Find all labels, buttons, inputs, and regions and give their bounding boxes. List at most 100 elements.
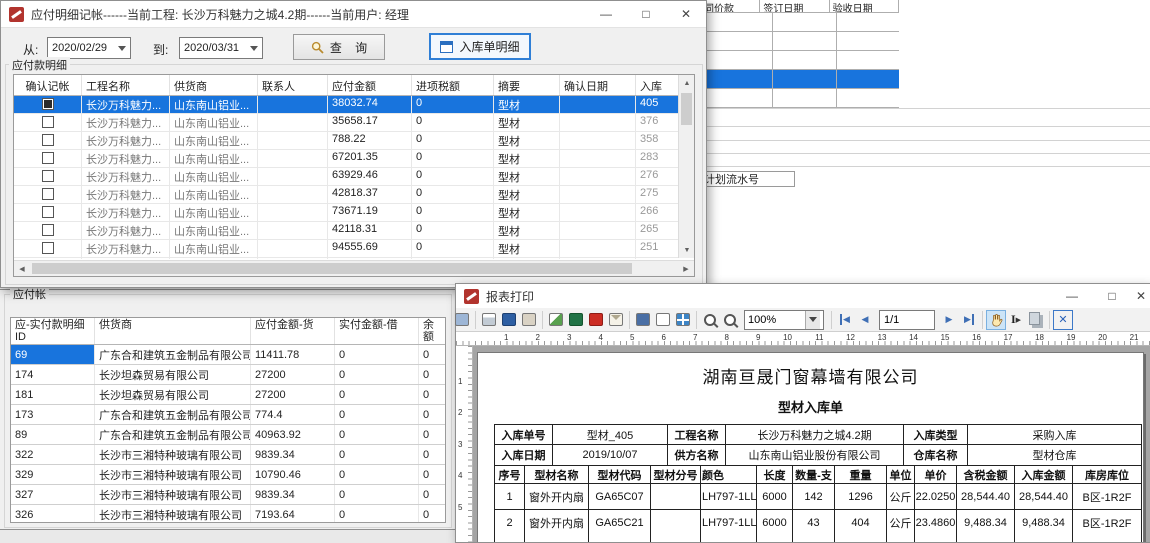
cell-supplier: 广东合和建筑五金制品有限公司 [95,425,251,444]
cell-tax: 0 [412,222,494,239]
scroll-thumb[interactable] [32,263,632,274]
payables-row[interactable]: 69 广东合和建筑五金制品有限公司 11411.78 0 0 [11,345,445,365]
cell-id[interactable]: 327 [11,485,95,504]
payables-row[interactable]: 329 长沙市三湘特种玻璃有限公司 10790.46 0 0 [11,465,445,485]
cell-id[interactable]: 174 [11,365,95,384]
report-titlebar[interactable]: 报表打印 — □ ✕ [456,284,1150,309]
close-icon[interactable]: ✕ [1132,284,1150,308]
cell-id[interactable]: 322 [11,445,95,464]
minimize-icon[interactable]: — [586,1,626,27]
scroll-right-icon[interactable]: ▶ [678,261,694,277]
settings-tools-icon[interactable] [519,310,539,330]
from-date-combo[interactable]: 2020/02/29 [47,37,131,59]
cell-balance: 0 [419,485,445,504]
payable-row[interactable]: 长沙万科魅力... 山东南山铝业... 3895.84 0 型材 250 [14,258,680,259]
horizontal-scrollbar[interactable]: ◀ ▶ [14,260,694,276]
payable-row[interactable]: 长沙万科魅力... 山东南山铝业... 38032.74 0 型材 405 [14,96,680,114]
last-page-icon[interactable]: ▶ [959,310,979,330]
zoom-level-combo[interactable]: 100% [744,310,824,330]
payables-row[interactable]: 173 广东合和建筑五金制品有限公司 774.4 0 0 [11,405,445,425]
next-page-icon[interactable]: ▶ [939,310,959,330]
preview-book-icon[interactable] [499,310,519,330]
table-row[interactable] [691,32,899,51]
scroll-down-icon[interactable]: ▼ [679,242,695,258]
inbound-detail-button[interactable]: 入库单明细 [429,33,531,60]
confirm-checkbox[interactable] [42,188,54,200]
copy-icon[interactable] [1026,310,1046,330]
text-select-tool-icon[interactable]: I▶ [1006,310,1026,330]
confirm-checkbox[interactable] [42,152,54,164]
cell-id[interactable]: 69 [11,345,95,364]
cell-confirm [14,204,82,221]
vertical-scrollbar[interactable]: ▲ ▼ [678,75,694,258]
payables-row[interactable]: 327 长沙市三湘特种玻璃有限公司 9839.34 0 0 [11,485,445,505]
previous-page-icon[interactable]: ◀ [855,310,875,330]
confirm-checkbox[interactable] [42,170,54,182]
multipage-view-icon[interactable] [673,310,693,330]
hand-pan-tool-icon[interactable] [986,310,1006,330]
save-icon[interactable] [633,310,653,330]
export-excel-icon[interactable] [566,310,586,330]
print-icon[interactable] [479,310,499,330]
table-row[interactable] [691,51,899,70]
export-icon[interactable] [546,310,566,330]
payables-row[interactable]: 174 长沙坦森贸易有限公司 27200 0 0 [11,365,445,385]
payables-row[interactable]: 326 长沙市三湘特种玻璃有限公司 7193.64 0 0 [11,505,445,523]
cell-material-code: GA65C21 [589,510,651,536]
scroll-up-icon[interactable]: ▲ [679,75,695,91]
payable-row[interactable]: 长沙万科魅力... 山东南山铝业... 788.22 0 型材 358 [14,132,680,150]
confirm-checkbox[interactable] [42,224,54,236]
chevron-down-icon[interactable] [118,46,126,51]
cell-supplier: 长沙坦森贸易有限公司 [95,365,251,384]
payable-row[interactable]: 长沙万科魅力... 山东南山铝业... 73671.19 0 型材 266 [14,204,680,222]
cell-id[interactable]: 181 [11,385,95,404]
table-row[interactable] [691,13,899,32]
payable-detail-titlebar[interactable]: 应付明细记帐------当前工程: 长沙万科魅力之城4.2期------当前用户… [1,1,706,28]
payables-row[interactable]: 181 长沙坦森贸易有限公司 27200 0 0 [11,385,445,405]
plan-serial-field[interactable]: 计划流水号 [700,171,795,187]
first-page-icon[interactable]: ◀ [835,310,855,330]
page-number-box[interactable]: 1/1 [879,310,935,330]
cell-tax-amount: 28,544.40 [957,484,1015,509]
close-preview-icon[interactable]: ✕ [1053,310,1073,330]
payable-row[interactable]: 长沙万科魅力... 山东南山铝业... 42118.31 0 型材 265 [14,222,680,240]
cell-id[interactable]: 89 [11,425,95,444]
maximize-icon[interactable]: □ [1092,284,1132,308]
cell-id[interactable]: 326 [11,505,95,523]
confirm-checkbox[interactable] [42,116,54,128]
payable-row[interactable]: 长沙万科魅力... 山东南山铝业... 63929.46 0 型材 276 [14,168,680,186]
report-page-area[interactable]: 12345 湖南亘晟门窗幕墙有限公司 型材入库单 入库单号 型材_405 工程名… [456,346,1150,542]
send-mail-icon[interactable] [606,310,626,330]
confirm-checkbox[interactable] [42,206,54,218]
table-row[interactable] [691,89,899,108]
cell-id[interactable]: 173 [11,405,95,424]
payables-row[interactable]: 322 长沙市三湘特种玻璃有限公司 9839.34 0 0 [11,445,445,465]
cell-id[interactable]: 329 [11,465,95,484]
scroll-left-icon[interactable]: ◀ [14,261,30,277]
page-setup-icon[interactable] [653,310,673,330]
to-date-combo[interactable]: 2020/03/31 [179,37,263,59]
confirm-checkbox[interactable] [42,98,54,110]
zoom-in-icon[interactable] [700,310,720,330]
table-row-selected[interactable] [691,70,899,89]
minimize-icon[interactable]: — [1052,284,1092,308]
cell-paid: 0 [335,405,419,424]
payable-row[interactable]: 长沙万科魅力... 山东南山铝业... 35658.17 0 型材 376 [14,114,680,132]
close-icon[interactable]: ✕ [666,1,706,27]
payable-row[interactable]: 长沙万科魅力... 山东南山铝业... 94555.69 0 型材 251 [14,240,680,258]
panel-toggle-icon[interactable] [452,310,472,330]
payables-row[interactable]: 89 广东合和建筑五金制品有限公司 40963.92 0 0 [11,425,445,445]
maximize-icon[interactable]: □ [626,1,666,27]
zoom-out-icon[interactable] [720,310,740,330]
chevron-down-icon[interactable] [805,311,820,329]
confirm-checkbox[interactable] [42,242,54,254]
chevron-down-icon[interactable] [250,46,258,51]
query-button[interactable]: 查 询 [293,34,385,60]
scroll-thumb[interactable] [681,93,692,125]
to-label: 到: [153,41,168,58]
payable-row[interactable]: 长沙万科魅力... 山东南山铝业... 42818.37 0 型材 275 [14,186,680,204]
payable-row[interactable]: 长沙万科魅力... 山东南山铝业... 67201.35 0 型材 283 [14,150,680,168]
cell-confirm-date [560,204,636,221]
confirm-checkbox[interactable] [42,134,54,146]
export-pdf-icon[interactable] [586,310,606,330]
